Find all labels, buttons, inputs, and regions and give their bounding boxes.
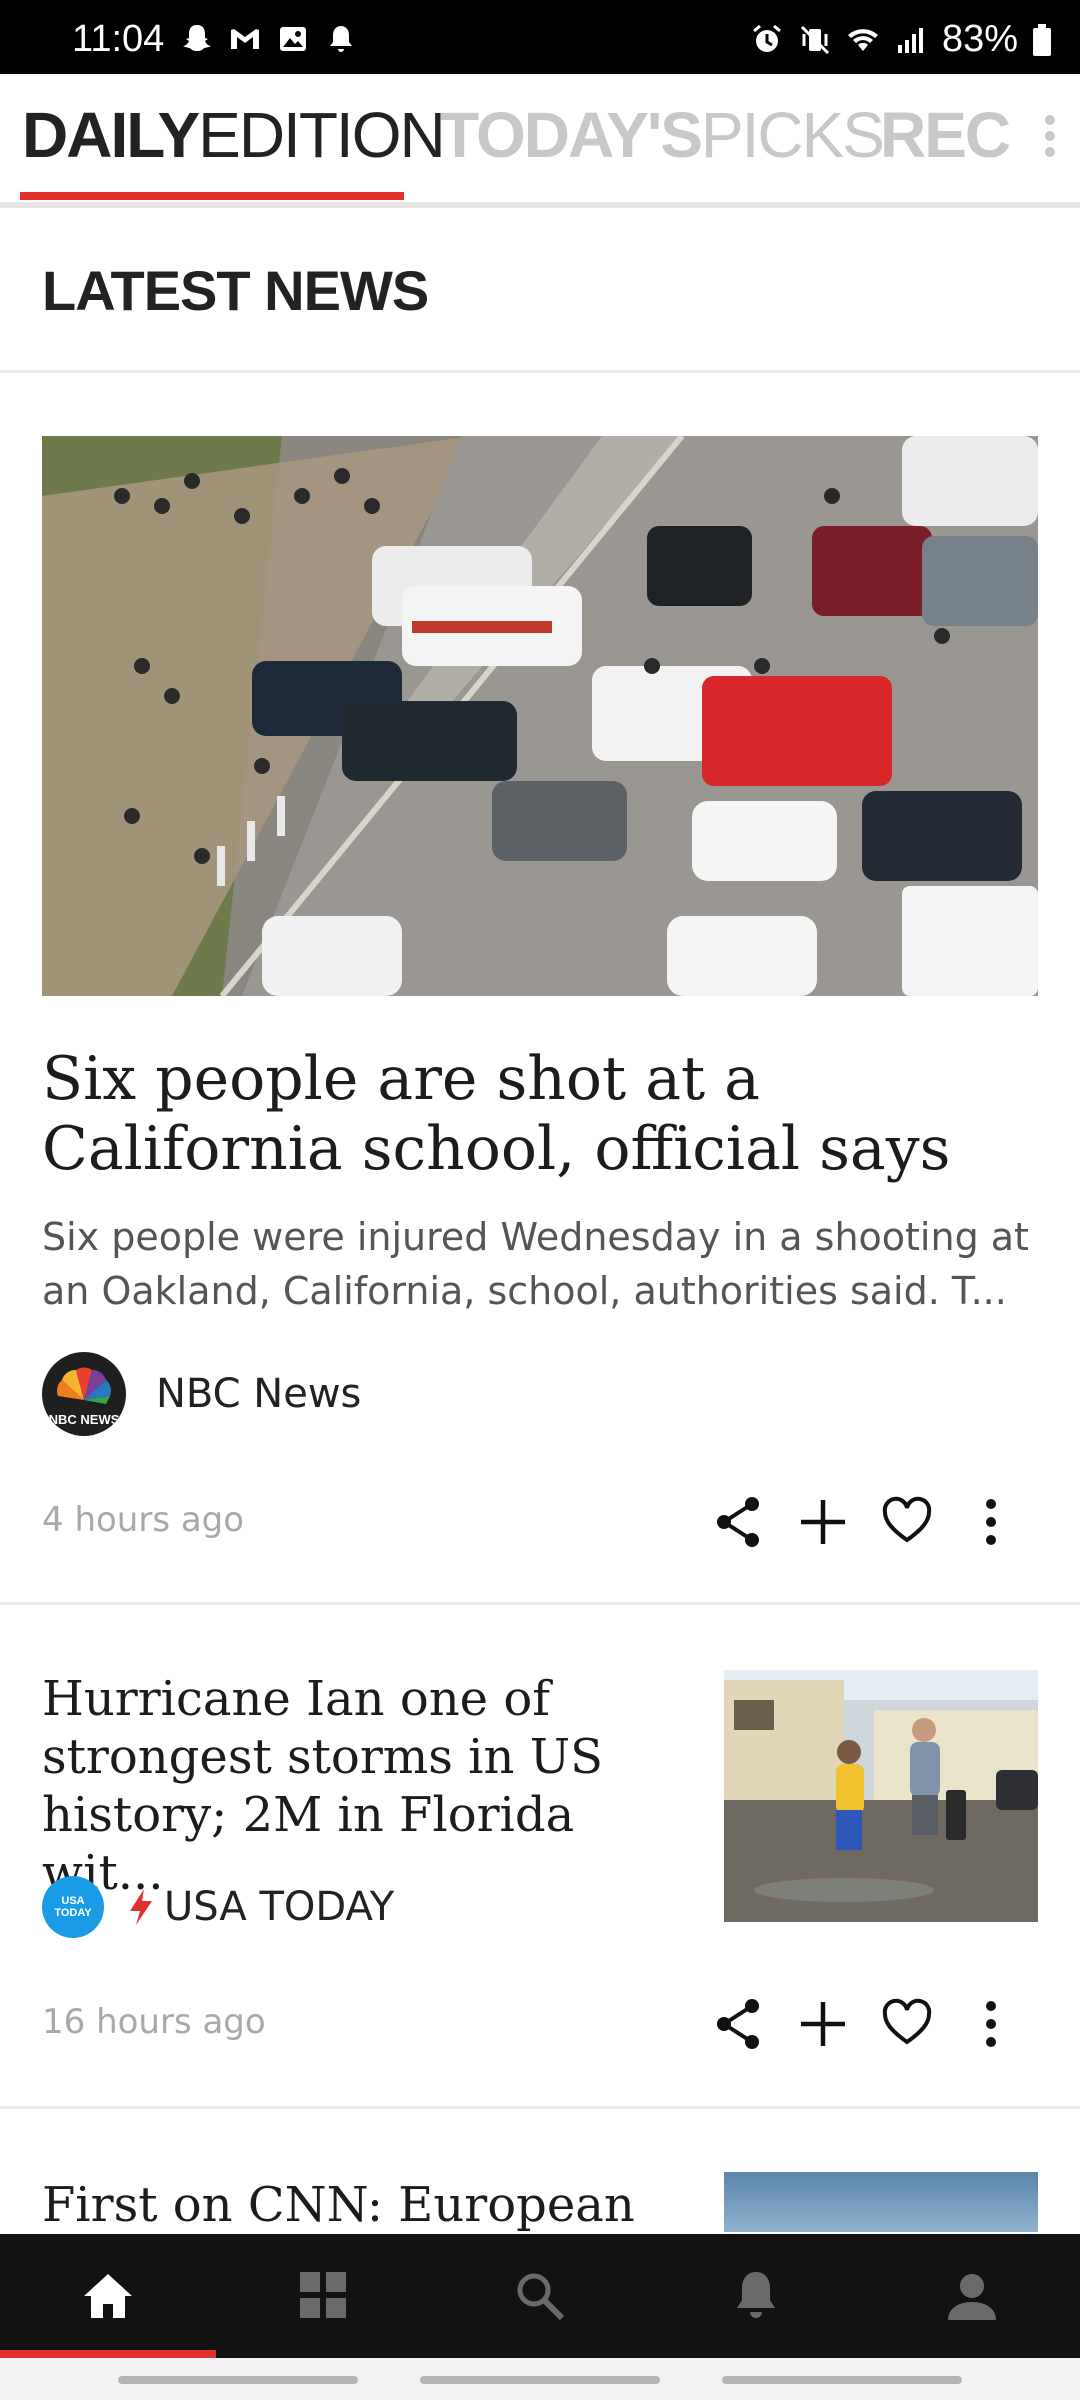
tab-label-bold: TODAY'S <box>440 99 703 171</box>
like-button[interactable] <box>882 1996 932 2052</box>
gmail-icon <box>231 29 259 49</box>
status-time: 11:04 <box>72 18 165 60</box>
bottom-navigation <box>0 2234 1080 2358</box>
status-notification-icons <box>180 22 358 56</box>
section-header: LATEST NEWS <box>0 208 1080 373</box>
active-tab-indicator <box>20 192 404 200</box>
share-button[interactable] <box>714 1494 764 1550</box>
more-menu-button[interactable] <box>1012 98 1072 178</box>
nav-notifications[interactable] <box>648 2234 864 2358</box>
gallery-icon <box>280 27 306 51</box>
battery-icon <box>1033 23 1051 56</box>
tab-label-light: PICKS <box>700 99 885 171</box>
status-bar: 11:04 83% <box>0 0 1080 74</box>
more-options-button[interactable] <box>966 1996 1016 2052</box>
tab-daily-edition[interactable]: DAILYEDITION <box>22 98 446 172</box>
vibrate-mute-icon <box>800 25 829 54</box>
wifi-icon <box>847 28 878 51</box>
like-button[interactable] <box>882 1494 932 1550</box>
article-title[interactable]: First on CNN: European <box>42 2176 635 2234</box>
article-source[interactable]: USA TODAY USA TODAY <box>42 1876 394 1938</box>
tab-todays-picks[interactable]: TODAY'SPICKS <box>440 98 885 172</box>
nav-browse[interactable] <box>216 2234 432 2358</box>
snapchat-icon <box>183 25 211 51</box>
plus-icon <box>801 2002 845 2046</box>
profile-icon <box>948 2274 996 2320</box>
more-vertical-icon <box>986 2001 996 2047</box>
search-icon <box>517 2273 565 2321</box>
hero-article-summary[interactable]: Six people were injured Wednesday in a s… <box>42 1210 1038 1318</box>
article-title[interactable]: Hurricane Ian one of strongest storms in… <box>42 1670 682 1902</box>
hero-article-title[interactable]: Six people are shot at a California scho… <box>42 1044 1038 1184</box>
hero-article-timestamp: 4 hours ago <box>42 1500 245 1540</box>
nav-search[interactable] <box>432 2234 648 2358</box>
home-icon <box>84 2274 132 2318</box>
edition-tabs: DAILYEDITION TODAY'SPICKS RECI <box>0 74 1080 208</box>
tab-label-bold: RECI <box>880 99 1027 171</box>
share-button[interactable] <box>714 1996 764 2052</box>
usa-today-logo-text: USA TODAY <box>54 1895 92 1919</box>
tab-label-light: EDITION <box>198 99 446 171</box>
gesture-pill-recents[interactable] <box>118 2376 358 2384</box>
hero-article-image[interactable] <box>42 436 1038 996</box>
article-divider <box>0 1602 1080 1605</box>
heart-icon <box>882 1998 932 2045</box>
article-thumbnail[interactable] <box>724 1670 1038 1922</box>
article-actions <box>714 1996 1016 2052</box>
share-icon <box>717 1999 759 2049</box>
add-button[interactable] <box>798 1494 848 1550</box>
source-name: USA TODAY <box>164 1884 395 1930</box>
tab-label-bold: DAILY <box>22 99 200 171</box>
hero-article-source[interactable]: NBC NEWS NBC News <box>42 1352 361 1436</box>
hurricane-photo <box>724 1670 1038 1922</box>
grid-icon <box>300 2272 346 2318</box>
notifications-icon <box>737 2272 775 2318</box>
source-name: NBC News <box>156 1371 362 1417</box>
more-vertical-icon <box>986 1499 996 1545</box>
more-options-button[interactable] <box>966 1494 1016 1550</box>
news-photo <box>42 436 1038 996</box>
article-divider <box>0 2106 1080 2109</box>
status-system-icons: 83% <box>750 18 1052 61</box>
hero-article-actions <box>714 1494 1016 1550</box>
section-title: LATEST NEWS <box>42 259 429 322</box>
nav-home[interactable] <box>0 2234 216 2358</box>
article-timestamp: 16 hours ago <box>42 2002 266 2042</box>
nbc-news-logo-text: NBC NEWS <box>48 1412 120 1427</box>
active-nav-indicator <box>0 2350 216 2358</box>
gesture-pill-home[interactable] <box>420 2376 660 2384</box>
share-icon <box>717 1497 759 1547</box>
battery-percentage: 83% <box>941 18 1018 60</box>
plus-icon <box>801 1500 845 1544</box>
alarm-icon <box>752 24 781 52</box>
article-thumbnail[interactable] <box>724 2172 1038 2232</box>
breaking-lightning-icon <box>130 1889 152 1925</box>
signal-icon <box>897 27 923 53</box>
nav-profile[interactable] <box>864 2234 1080 2358</box>
usa-today-logo: USA TODAY <box>42 1876 104 1938</box>
add-button[interactable] <box>798 1996 848 2052</box>
more-vertical-icon <box>1045 115 1055 157</box>
nbc-news-logo: NBC NEWS <box>42 1352 126 1436</box>
gesture-pill-back[interactable] <box>722 2376 962 2384</box>
system-gesture-bar <box>0 2358 1080 2400</box>
tab-recent[interactable]: RECI <box>880 98 1027 172</box>
notification-bell-icon <box>330 26 352 52</box>
heart-icon <box>882 1496 932 1543</box>
